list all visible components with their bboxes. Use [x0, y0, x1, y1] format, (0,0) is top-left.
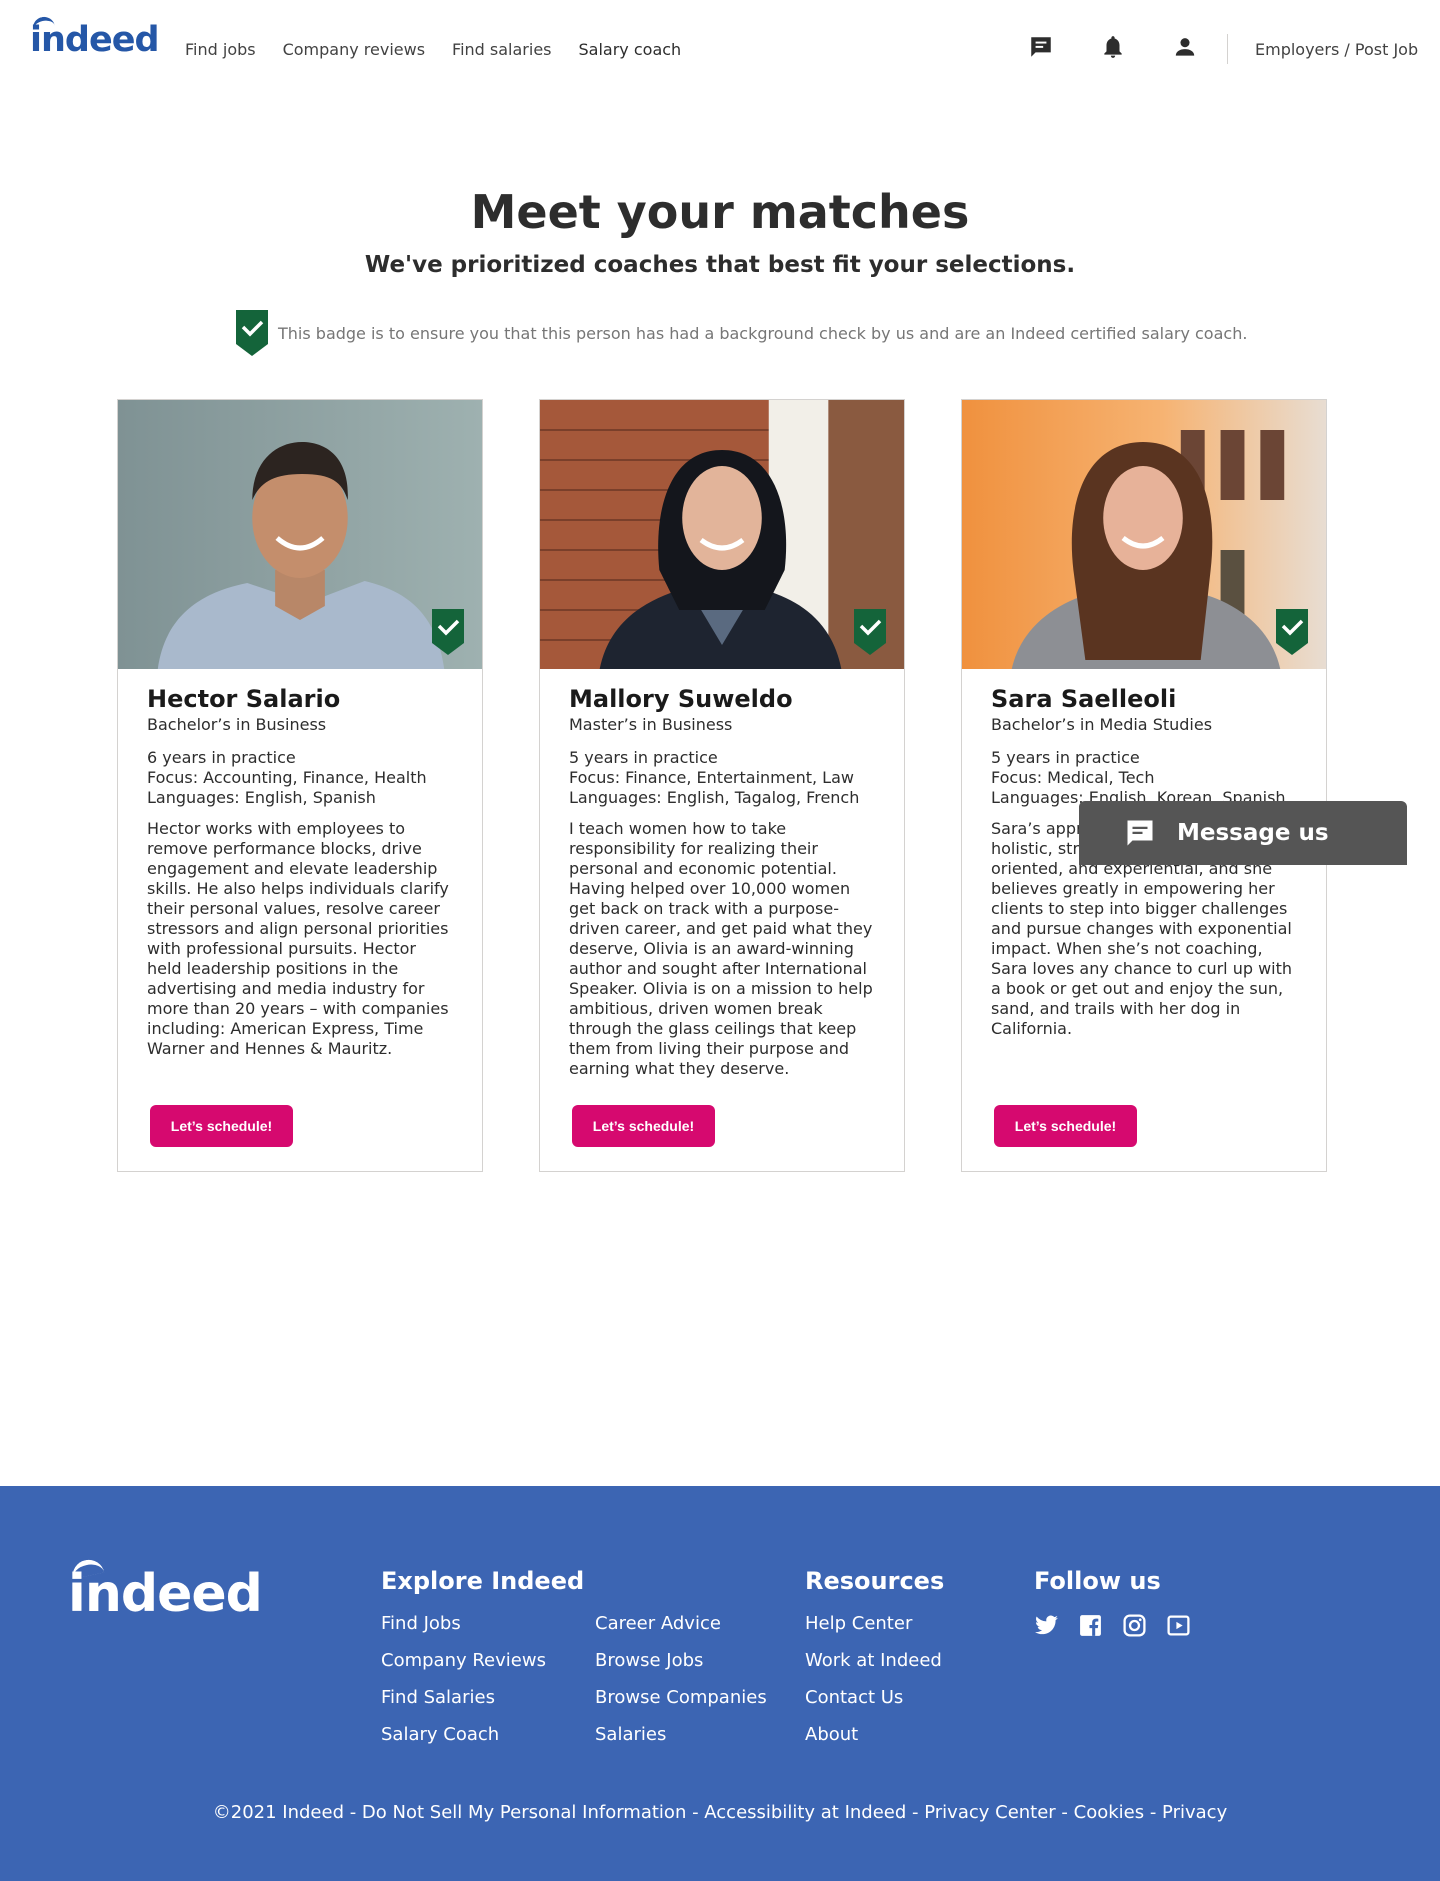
coach-photo [962, 400, 1326, 669]
footer-link-company-reviews[interactable]: Company Reviews [381, 1650, 546, 1671]
social-links [1034, 1613, 1191, 1638]
explore-links-col2: Career Advice Browse Jobs Browse Compani… [595, 1613, 767, 1745]
footer-indeed-logo[interactable]: indeed [68, 1556, 263, 1624]
footer-link-contact-us[interactable]: Contact Us [805, 1687, 942, 1708]
footer-copyright: ©2021 Indeed - Do Not Sell My Personal I… [212, 1802, 1228, 1823]
coach-languages: Languages: English, Spanish [147, 788, 376, 807]
footer-link-career-advice[interactable]: Career Advice [595, 1613, 767, 1634]
indeed-logo[interactable]: indeed [30, 14, 159, 60]
message-us-button[interactable]: Message us [1079, 801, 1407, 865]
coach-name: Mallory Suweldo [569, 685, 793, 713]
badge-explainer: This badge is to ensure you that this pe… [236, 310, 1247, 356]
resources-heading: Resources [805, 1567, 945, 1595]
coach-card: Mallory Suweldo Master’s in Business 5 y… [539, 399, 905, 1172]
footer-link-browse-companies[interactable]: Browse Companies [595, 1687, 767, 1708]
nav-find-jobs[interactable]: Find jobs [185, 40, 256, 59]
page-subtitle: We've prioritized coaches that best fit … [364, 252, 1076, 278]
certified-badge-icon [432, 609, 464, 655]
youtube-icon[interactable] [1166, 1613, 1191, 1638]
coach-focus: Focus: Accounting, Finance, Health [147, 768, 427, 787]
explore-heading: Explore Indeed [381, 1567, 585, 1595]
coach-photo [540, 400, 904, 669]
schedule-button[interactable]: Let’s schedule! [572, 1105, 715, 1147]
coach-practice: 5 years in practice [991, 748, 1140, 767]
footer-link-browse-jobs[interactable]: Browse Jobs [595, 1650, 767, 1671]
coach-degree: Bachelor’s in Media Studies [991, 715, 1213, 734]
coach-degree: Master’s in Business [569, 715, 733, 734]
facebook-icon[interactable] [1078, 1613, 1103, 1638]
main-nav: Find jobs Company reviews Find salaries … [185, 40, 681, 59]
footer-link-about[interactable]: About [805, 1724, 942, 1745]
coach-focus: Focus: Finance, Entertainment, Law [569, 768, 854, 787]
coach-focus: Focus: Medical, Tech [991, 768, 1155, 787]
chat-icon [1127, 820, 1153, 846]
coach-degree: Bachelor’s in Business [147, 715, 327, 734]
schedule-button[interactable]: Let’s schedule! [150, 1105, 293, 1147]
coach-bio: Hector works with employees to remove pe… [147, 819, 449, 1058]
coach-meta: 5 years in practice Focus: Medical, Tech… [991, 748, 1297, 808]
certified-badge-icon [236, 310, 268, 356]
footer-link-work-at-indeed[interactable]: Work at Indeed [805, 1650, 942, 1671]
nav-salary-coach[interactable]: Salary coach [579, 40, 682, 59]
coach-name: Hector Salario [147, 685, 341, 713]
footer-link-salaries[interactable]: Salaries [595, 1724, 767, 1745]
page-title: Meet your matches [470, 185, 970, 239]
certified-badge-icon [854, 609, 886, 655]
coach-languages: Languages: English, Tagalog, French [569, 788, 860, 807]
header-icons [1028, 34, 1198, 60]
certified-badge-icon [1276, 609, 1308, 655]
notifications-icon[interactable] [1100, 34, 1126, 60]
coach-photo [118, 400, 482, 669]
footer-link-find-salaries[interactable]: Find Salaries [381, 1687, 546, 1708]
instagram-icon[interactable] [1122, 1613, 1147, 1638]
footer-link-help-center[interactable]: Help Center [805, 1613, 942, 1634]
coach-practice: 6 years in practice [147, 748, 296, 767]
coach-bio: I teach women how to take responsibility… [569, 819, 873, 1078]
explore-links-col1: Find Jobs Company Reviews Find Salaries … [381, 1613, 546, 1745]
messages-icon[interactable] [1028, 34, 1054, 60]
resources-links: Help Center Work at Indeed Contact Us Ab… [805, 1613, 942, 1745]
header-divider [1227, 34, 1228, 64]
nav-company-reviews[interactable]: Company reviews [283, 40, 425, 59]
coach-card: Sara Saelleoli Bachelor’s in Media Studi… [961, 399, 1327, 1172]
coach-meta: 5 years in practice Focus: Finance, Ente… [569, 748, 875, 808]
schedule-button[interactable]: Let’s schedule! [994, 1105, 1137, 1147]
coach-name: Sara Saelleoli [991, 685, 1177, 713]
twitter-icon[interactable] [1034, 1613, 1059, 1638]
site-header: indeed Find jobs Company reviews Find sa… [0, 0, 1440, 100]
badge-explainer-text: This badge is to ensure you that this pe… [278, 323, 1248, 343]
coach-meta: 6 years in practice Focus: Accounting, F… [147, 748, 453, 808]
nav-find-salaries[interactable]: Find salaries [452, 40, 551, 59]
account-icon[interactable] [1172, 34, 1198, 60]
footer-link-salary-coach[interactable]: Salary Coach [381, 1724, 546, 1745]
footer-link-find-jobs[interactable]: Find Jobs [381, 1613, 546, 1634]
message-us-label: Message us [1177, 820, 1329, 846]
follow-heading: Follow us [1034, 1567, 1161, 1595]
employers-post-job-link[interactable]: Employers / Post Job [1255, 40, 1418, 59]
coach-practice: 5 years in practice [569, 748, 718, 767]
coach-card: Hector Salario Bachelor’s in Business 6 … [117, 399, 483, 1172]
